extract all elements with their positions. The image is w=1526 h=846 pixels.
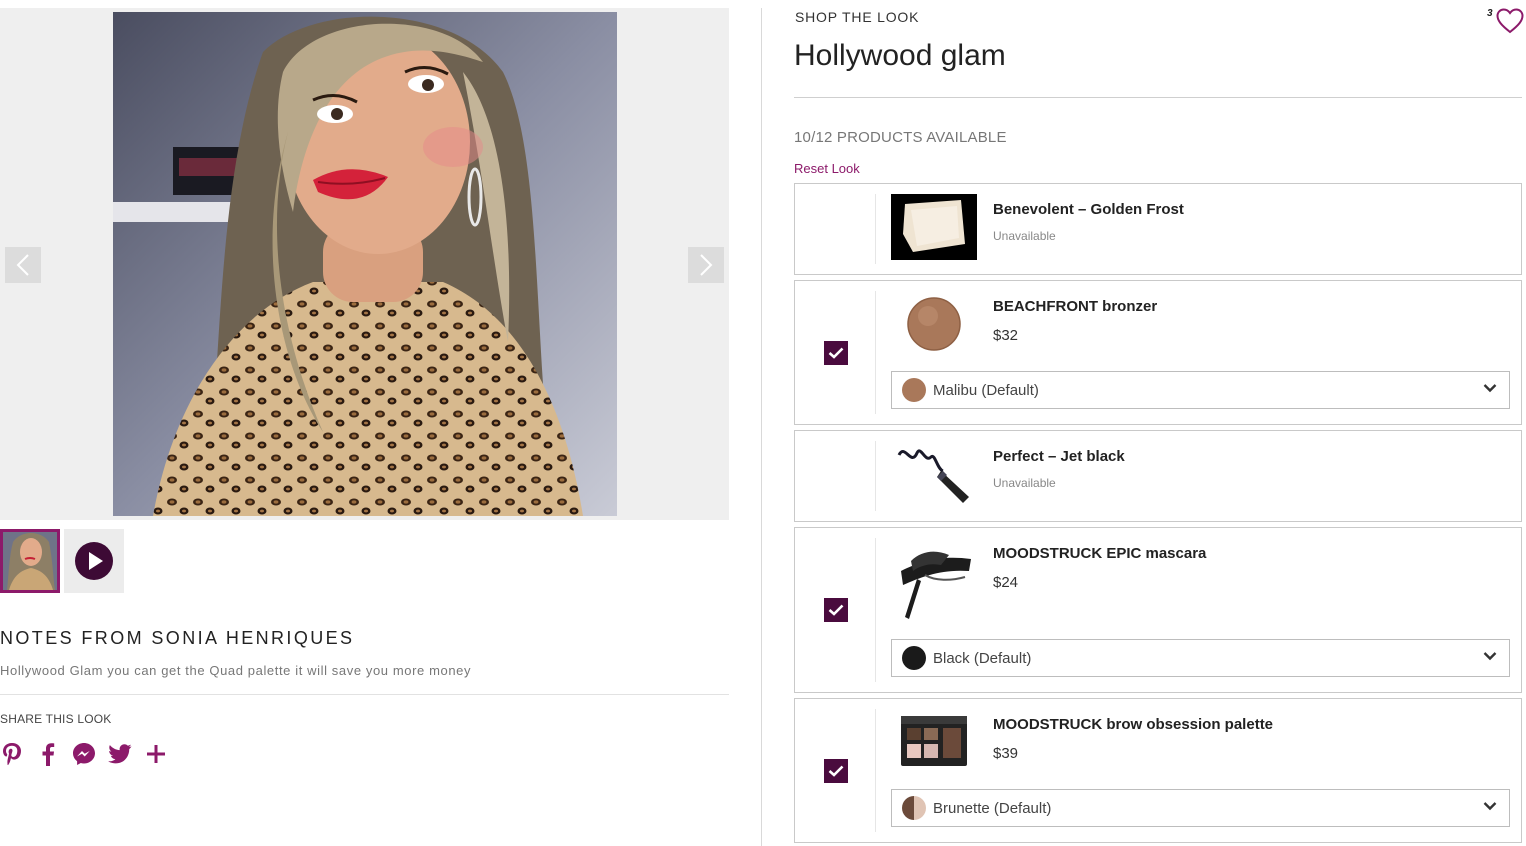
product-image: [891, 194, 977, 260]
look-gallery: [0, 8, 729, 520]
gallery-prev-button[interactable]: [5, 247, 41, 283]
chevron-down-icon: [1483, 652, 1497, 661]
product-checkbox[interactable]: [824, 598, 848, 622]
shade-select[interactable]: Malibu (Default): [891, 371, 1510, 409]
pinterest-icon[interactable]: [0, 741, 24, 767]
product-card: MOODSTRUCK EPIC mascara $24 Black (Defau…: [794, 527, 1522, 693]
shade-swatch: [902, 646, 926, 670]
checkmark-icon: [828, 347, 844, 359]
product-image: [891, 291, 977, 357]
gallery-next-button[interactable]: [688, 247, 724, 283]
notes-title: NOTES FROM SONIA HENRIQUES: [0, 628, 355, 648]
product-image: [891, 538, 977, 624]
chevron-left-icon: [16, 254, 29, 276]
heart-icon: [1496, 8, 1524, 34]
thumbnail-image[interactable]: [0, 529, 60, 593]
product-price: $24: [993, 574, 1019, 591]
product-card: Benevolent – Golden Frost Unavailable: [794, 183, 1522, 275]
favorite-count: 3: [1487, 8, 1493, 19]
product-checkbox[interactable]: [824, 341, 848, 365]
column-divider: [761, 8, 762, 846]
product-price: $32: [993, 327, 1019, 344]
product-card: MOODSTRUCK brow obsession palette $39 Br…: [794, 698, 1522, 843]
share-icons: [0, 741, 168, 767]
card-divider: [875, 709, 876, 832]
card-divider: [875, 194, 876, 264]
thumbnail-video[interactable]: [64, 529, 124, 593]
gallery-thumbnails: [0, 529, 124, 593]
product-checkbox[interactable]: [824, 759, 848, 783]
product-name: MOODSTRUCK brow obsession palette: [993, 716, 1274, 733]
product-name: BEACHFRONT bronzer: [993, 298, 1158, 315]
chevron-right-icon: [700, 254, 713, 276]
messenger-icon[interactable]: [72, 741, 96, 767]
shade-label: Malibu (Default): [933, 381, 1039, 399]
shade-label: Black (Default): [933, 649, 1032, 667]
checkmark-icon: [828, 765, 844, 777]
shade-label: Brunette (Default): [933, 799, 1052, 817]
product-card: Perfect – Jet black Unavailable: [794, 430, 1522, 522]
favorite-button[interactable]: 3: [1484, 6, 1526, 36]
shade-swatch: [902, 796, 926, 820]
availability-count: 10/12 PRODUCTS AVAILABLE: [794, 129, 1007, 146]
card-divider: [875, 538, 876, 682]
play-icon: [75, 542, 113, 580]
product-status: Unavailable: [993, 476, 1056, 490]
product-name: Perfect – Jet black: [993, 448, 1125, 465]
shop-the-look-label: SHOP THE LOOK: [795, 9, 920, 25]
product-card: BEACHFRONT bronzer $32 Malibu (Default): [794, 280, 1522, 425]
twitter-icon[interactable]: [108, 741, 132, 767]
product-image: [891, 709, 977, 773]
shade-swatch: [902, 378, 926, 402]
chevron-down-icon: [1483, 802, 1497, 811]
shade-select[interactable]: Black (Default): [891, 639, 1510, 677]
card-divider: [875, 291, 876, 414]
look-title: Hollywood glam: [794, 39, 1006, 72]
product-status: Unavailable: [993, 229, 1056, 243]
look-main-photo: [113, 12, 617, 516]
card-divider: [875, 441, 876, 511]
product-name: Benevolent – Golden Frost: [993, 201, 1184, 218]
share-title: SHARE THIS LOOK: [0, 712, 112, 726]
plus-icon[interactable]: [144, 741, 168, 767]
product-name: MOODSTRUCK EPIC mascara: [993, 545, 1207, 562]
facebook-icon[interactable]: [36, 741, 60, 767]
divider: [0, 694, 729, 695]
product-price: $39: [993, 745, 1019, 762]
title-divider: [794, 97, 1522, 98]
chevron-down-icon: [1483, 384, 1497, 393]
notes-text: Hollywood Glam you can get the Quad pale…: [0, 663, 472, 678]
reset-look-link[interactable]: Reset Look: [794, 161, 860, 176]
shade-select[interactable]: Brunette (Default): [891, 789, 1510, 827]
checkmark-icon: [828, 604, 844, 616]
product-image: [891, 441, 977, 507]
